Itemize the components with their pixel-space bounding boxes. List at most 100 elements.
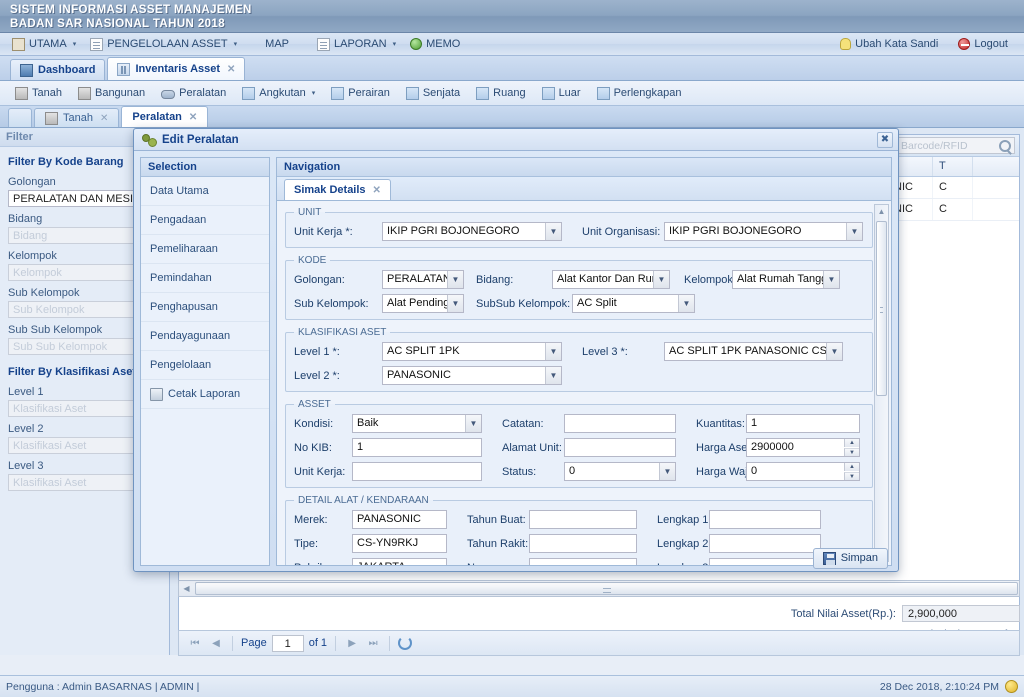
select-sub-kelompok[interactable]: Alat Pending ▼ [382, 294, 464, 313]
selection-item-pengadaan[interactable]: Pengadaan [141, 206, 269, 235]
refresh-icon[interactable] [398, 636, 413, 650]
close-icon[interactable]: ✕ [100, 113, 108, 124]
select-unit-kerja[interactable]: IKIP PGRI BOJONEGORO ▼ [382, 222, 562, 241]
chevron-down-icon[interactable]: ▼ [659, 463, 675, 480]
category-bangunan[interactable]: Bangunan [71, 84, 152, 103]
select-golongan[interactable]: PERALATAN ▼ [382, 270, 464, 289]
menu-memo[interactable]: MEMO [406, 36, 468, 52]
input-kuantitas[interactable]: 1 [746, 414, 860, 433]
change-password-button[interactable]: Ubah Kata Sandi [836, 36, 946, 52]
spinner-up-icon[interactable]: ▲ [844, 439, 859, 447]
input-tahun-buat[interactable] [529, 510, 637, 529]
label-unit-kerja-asset: Unit Kerja: [294, 465, 346, 478]
select-level3[interactable]: AC SPLIT 1PK PANASONIC CS-YN9R ▼ [664, 342, 843, 361]
input-alamat-unit[interactable] [564, 438, 676, 457]
close-icon[interactable]: ✖ [877, 132, 893, 148]
tab-inventaris-asset[interactable]: Inventaris Asset ✕ [107, 57, 246, 80]
pager-prev-button[interactable]: ◀ [208, 638, 224, 649]
chevron-down-icon[interactable]: ▼ [678, 295, 694, 312]
grid-horizontal-scrollbar[interactable]: ◀ [178, 580, 1020, 597]
category-perairan-label: Perairan [348, 87, 390, 99]
select-kondisi[interactable]: Baik ▼ [352, 414, 482, 433]
pager-page-input[interactable]: 1 [271, 634, 304, 652]
scroll-left-icon[interactable]: ◀ [179, 584, 194, 593]
select-kelompok[interactable]: Alat Rumah Tangga ▼ [732, 270, 840, 289]
pager-last-button[interactable]: ⏭ [365, 638, 381, 649]
input-no-kib[interactable]: 1 [352, 438, 482, 457]
input-unit-kerja-asset[interactable] [352, 462, 482, 481]
pager-next-button[interactable]: ▶ [344, 638, 360, 649]
input-catatan[interactable] [564, 414, 676, 433]
category-ruang[interactable]: Ruang [469, 84, 532, 103]
chevron-down-icon[interactable]: ▼ [465, 415, 481, 432]
chevron-down-icon[interactable]: ▼ [823, 271, 839, 288]
close-icon[interactable]: ✕ [189, 112, 197, 123]
grid-col-tipe[interactable]: T [933, 157, 973, 176]
spinner-down-icon[interactable]: ▼ [844, 448, 859, 456]
selection-item-cetak-laporan[interactable]: Cetak Laporan [141, 380, 269, 409]
menu-map-label: MAP [265, 38, 289, 50]
category-angkutan[interactable]: Angkutan ▾ [235, 84, 322, 103]
menu-laporan[interactable]: LAPORAN ▾ [313, 36, 404, 53]
fieldset-klasifikasi-legend: KLASIFIKASI ASET [298, 327, 387, 338]
chevron-down-icon[interactable]: ▼ [447, 271, 463, 288]
chevron-down-icon[interactable]: ▼ [447, 295, 463, 312]
selection-item-label: Pengadaan [150, 213, 207, 226]
chevron-down-icon[interactable]: ▼ [653, 271, 669, 288]
navigation-tab-strip: Simak Details ✕ [277, 177, 891, 201]
selection-item-data-utama[interactable]: Data Utama [141, 177, 269, 206]
close-icon[interactable]: ✕ [227, 64, 235, 75]
land-icon [45, 111, 58, 125]
form-vertical-scrollbar[interactable]: ▲ ▼ [874, 204, 889, 562]
barcode-search-input[interactable]: Barcode/RFID [897, 137, 1015, 154]
select-unit-organisasi[interactable]: IKIP PGRI BOJONEGORO ▼ [664, 222, 863, 241]
chevron-down-icon[interactable]: ▼ [545, 223, 561, 240]
search-icon[interactable] [999, 139, 1011, 152]
selection-item-penghapusan[interactable]: Penghapusan [141, 293, 269, 322]
tab-tanah[interactable]: Tanah ✕ [34, 108, 120, 127]
tab-peralatan[interactable]: Peralatan ✕ [121, 106, 209, 127]
select-status-value: 0 [569, 465, 576, 477]
tab-simak-details[interactable]: Simak Details ✕ [284, 179, 391, 200]
category-tanah[interactable]: Tanah [8, 84, 69, 103]
menu-utama[interactable]: UTAMA ▾ [8, 36, 84, 53]
menu-map[interactable]: MAP [261, 36, 297, 52]
pager-first-button[interactable]: ⏮ [187, 638, 203, 649]
selection-item-pemindahan[interactable]: Pemindahan [141, 264, 269, 293]
select-level2[interactable]: PANASONIC ▼ [382, 366, 562, 385]
category-perlengkapan[interactable]: Perlengkapan [590, 84, 689, 103]
spinner-harga-aset[interactable]: 2900000 ▲ ▼ [746, 438, 860, 457]
select-subsub-kelompok[interactable]: AC Split ▼ [572, 294, 695, 313]
save-button[interactable]: Simpan [812, 547, 888, 569]
category-luar[interactable]: Luar [535, 84, 588, 103]
form-row-detail-1: Merek: PANASONIC Tahun Buat: Lengkap 1: [294, 510, 864, 529]
scroll-up-icon[interactable]: ▲ [875, 205, 888, 218]
category-senjata[interactable]: Senjata [399, 84, 467, 103]
selection-item-pengelolaan[interactable]: Pengelolaan [141, 351, 269, 380]
input-merek[interactable]: PANASONIC [352, 510, 447, 529]
spinner-harga-wajar[interactable]: 0 ▲ ▼ [746, 462, 860, 481]
tab-dashboard-label: Dashboard [38, 64, 96, 76]
logout-button[interactable]: Logout [954, 36, 1016, 52]
input-lengkap-1[interactable] [709, 510, 821, 529]
spinner-up-icon[interactable]: ▲ [844, 463, 859, 471]
select-bidang[interactable]: Alat Kantor Dan Rumah ▼ [552, 270, 670, 289]
scrollbar-thumb[interactable] [195, 582, 1018, 595]
tab-dashboard[interactable]: Dashboard [10, 59, 106, 80]
menu-pengelolaan-asset[interactable]: PENGELOLAAN ASSET ▾ [86, 36, 245, 53]
select-level1[interactable]: AC SPLIT 1PK ▼ [382, 342, 562, 361]
category-peralatan[interactable]: Peralatan [154, 84, 233, 102]
app-title-line2: BADAN SAR NASIONAL TAHUN 2018 [10, 18, 226, 30]
scrollbar-thumb[interactable] [876, 221, 887, 396]
chevron-down-icon[interactable]: ▼ [545, 367, 561, 384]
selection-item-pendayagunaan[interactable]: Pendayagunaan [141, 322, 269, 351]
selection-item-pemeliharaan[interactable]: Pemeliharaan [141, 235, 269, 264]
chevron-down-icon[interactable]: ▼ [846, 223, 862, 240]
select-status[interactable]: 0 ▼ [564, 462, 676, 481]
close-icon[interactable]: ✕ [373, 185, 381, 196]
chevron-down-icon[interactable]: ▼ [826, 343, 842, 360]
spinner-down-icon[interactable]: ▼ [844, 472, 859, 480]
dialog-title-bar[interactable]: Edit Peralatan ✖ [134, 129, 898, 151]
category-perairan[interactable]: Perairan [324, 84, 397, 103]
chevron-down-icon[interactable]: ▼ [545, 343, 561, 360]
